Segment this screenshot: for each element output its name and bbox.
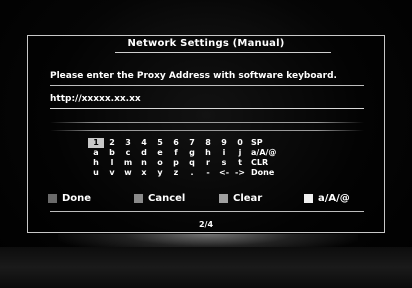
network-settings-dialog: Network Settings (Manual) Please enter t… bbox=[27, 35, 385, 233]
keyboard-key[interactable]: <- bbox=[216, 168, 232, 178]
title-underline bbox=[115, 52, 331, 53]
keyboard-key[interactable]: 3 bbox=[120, 138, 136, 148]
page-indicator: 2/4 bbox=[198, 220, 214, 229]
keyboard-row: 1 2 3 4 5 6 7 8 9 0 SP bbox=[88, 138, 328, 148]
clear-button[interactable]: Clear bbox=[219, 193, 262, 204]
keyboard-key[interactable]: r bbox=[200, 158, 216, 168]
keyboard-key[interactable]: b bbox=[104, 148, 120, 158]
keyboard-key[interactable]: i bbox=[216, 148, 232, 158]
done-label: Done bbox=[62, 193, 92, 204]
keyboard-key[interactable]: 6 bbox=[168, 138, 184, 148]
keyboard-key[interactable]: Done bbox=[248, 168, 285, 178]
keyboard-row: h l m n o p q r s t CLR bbox=[88, 158, 328, 168]
keyboard-key[interactable]: h bbox=[88, 158, 104, 168]
keyboard-key[interactable]: m bbox=[120, 158, 136, 168]
keyboard-key[interactable]: y bbox=[152, 168, 168, 178]
keyboard-key[interactable]: n bbox=[136, 158, 152, 168]
keyboard-key[interactable]: a/A/@ bbox=[248, 148, 285, 158]
instruction-text: Please enter the Proxy Address with soft… bbox=[50, 71, 337, 81]
cancel-button[interactable]: Cancel bbox=[134, 193, 185, 204]
clear-label: Clear bbox=[233, 193, 263, 204]
keyboard-key[interactable]: z bbox=[168, 168, 184, 178]
instruction-divider bbox=[50, 85, 364, 86]
keyboard-key[interactable]: 9 bbox=[216, 138, 232, 148]
dialog-title: Network Settings (Manual) bbox=[127, 38, 285, 49]
keyboard-key[interactable]: v bbox=[104, 168, 120, 178]
keyboard-key[interactable]: p bbox=[168, 158, 184, 168]
keyboard-key[interactable]: f bbox=[168, 148, 184, 158]
keyboard-key[interactable]: o bbox=[152, 158, 168, 168]
mode-color-key bbox=[304, 194, 313, 203]
keyboard-key[interactable]: x bbox=[136, 168, 152, 178]
keyboard-row: a b c d e f g h i j a/A/@ bbox=[88, 148, 328, 158]
keyboard-key[interactable]: l bbox=[104, 158, 120, 168]
keyboard-key[interactable]: q bbox=[184, 158, 200, 168]
keyboard-divider-top bbox=[50, 122, 364, 123]
keyboard-key[interactable]: u bbox=[88, 168, 104, 178]
screen-reflection bbox=[0, 247, 412, 288]
proxy-address-field[interactable]: http://xxxxx.xx.xx bbox=[50, 94, 141, 104]
keyboard-key[interactable]: 4 bbox=[136, 138, 152, 148]
keyboard-key[interactable]: 8 bbox=[200, 138, 216, 148]
keyboard-key[interactable]: 1 bbox=[88, 138, 104, 148]
keyboard-key[interactable]: 0 bbox=[232, 138, 248, 148]
mode-label: a/A/@ bbox=[318, 193, 350, 204]
keyboard-key[interactable]: 5 bbox=[152, 138, 168, 148]
footer-buttons: Done Cancel Clear a/A/@ bbox=[48, 193, 378, 207]
keyboard-key[interactable]: -> bbox=[232, 168, 248, 178]
footer-divider bbox=[50, 211, 364, 212]
keyboard-row: u v w x y z. - <- -> Done bbox=[88, 168, 328, 178]
keyboard-key[interactable]: j bbox=[232, 148, 248, 158]
cancel-label: Cancel bbox=[148, 193, 186, 204]
mode-toggle-button[interactable]: a/A/@ bbox=[304, 193, 350, 204]
keyboard-key[interactable]: g bbox=[184, 148, 200, 158]
done-button[interactable]: Done bbox=[48, 193, 91, 204]
keyboard-key[interactable]: . bbox=[184, 168, 200, 178]
cancel-color-key bbox=[134, 194, 143, 203]
input-underline bbox=[50, 108, 364, 109]
tv-screen: Network Settings (Manual) Please enter t… bbox=[0, 0, 412, 288]
keyboard-key[interactable]: d bbox=[136, 148, 152, 158]
keyboard-key[interactable]: CLR bbox=[248, 158, 285, 168]
keyboard-key[interactable]: h bbox=[200, 148, 216, 158]
keyboard-key[interactable]: SP bbox=[248, 138, 285, 148]
keyboard-key[interactable]: e bbox=[152, 148, 168, 158]
keyboard-key[interactable]: 2 bbox=[104, 138, 120, 148]
software-keyboard: 1 2 3 4 5 6 7 8 9 0 SP a b c d e f g h i j a/A/@ h l m n o p q r s t CLR… bbox=[88, 138, 328, 178]
keyboard-key[interactable]: a bbox=[88, 148, 104, 158]
keyboard-key[interactable]: c bbox=[120, 148, 136, 158]
keyboard-key[interactable]: t bbox=[232, 158, 248, 168]
keyboard-divider-bottom bbox=[50, 130, 364, 131]
done-color-key bbox=[48, 194, 57, 203]
keyboard-key[interactable]: - bbox=[200, 168, 216, 178]
keyboard-key[interactable]: w bbox=[120, 168, 136, 178]
keyboard-key[interactable]: 7 bbox=[184, 138, 200, 148]
clear-color-key bbox=[219, 194, 228, 203]
keyboard-key[interactable]: s bbox=[216, 158, 232, 168]
